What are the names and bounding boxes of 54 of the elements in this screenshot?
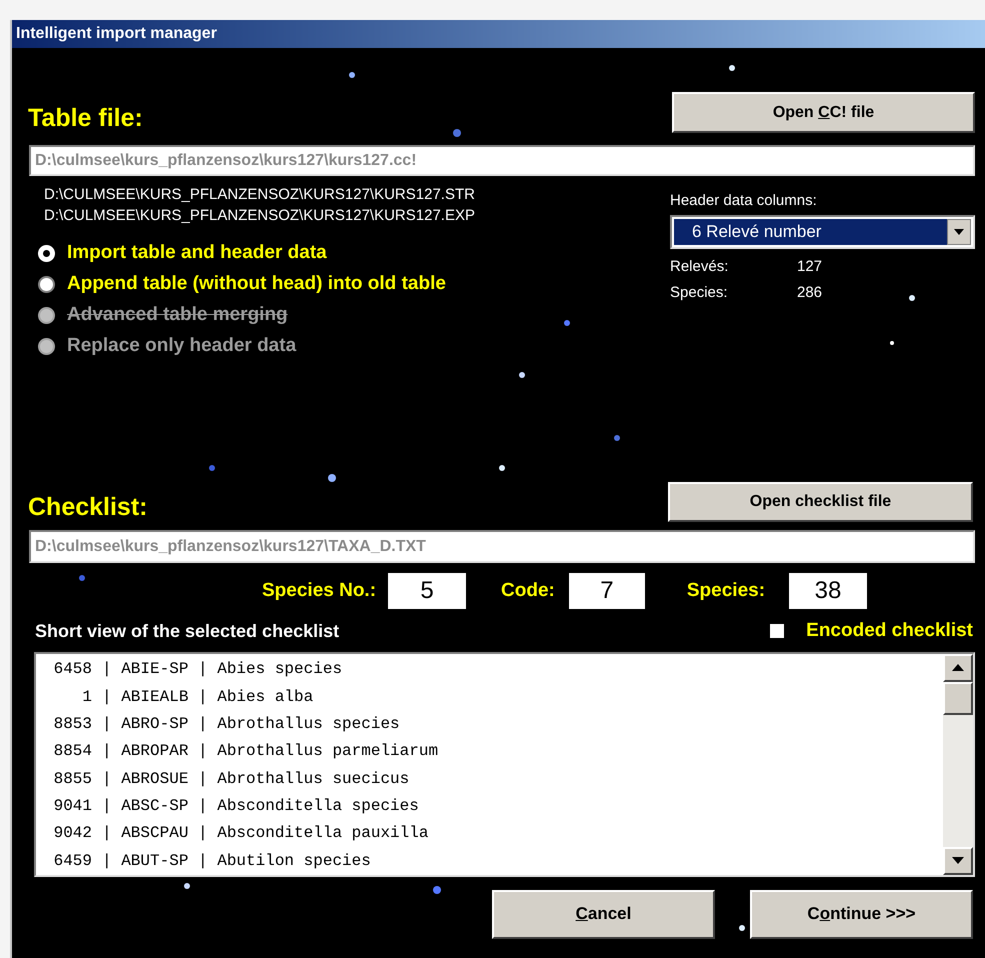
list-item[interactable]: | ABRO-SP | Abrothallus species: [102, 712, 400, 736]
radio-label[interactable]: Import table and header data: [67, 239, 327, 268]
section-label: Checklist:: [28, 495, 148, 520]
radio-button[interactable]: [38, 276, 55, 293]
list-item-number[interactable]: 8854: [36, 739, 92, 764]
field-label: Header data columns:: [670, 191, 818, 211]
list-item-number[interactable]: 9042: [36, 821, 92, 846]
file-path: D:\CULMSEE\KURS_PFLANZENSOZ\KURS127\KURS127.EXP: [44, 206, 476, 226]
dropdown-arrow-button[interactable]: [947, 218, 971, 244]
window-title: Intelligent import manager: [16, 24, 217, 44]
number-field[interactable]: 7: [568, 573, 645, 609]
radio-label: Advanced table merging: [67, 303, 288, 328]
dialog-button[interactable]: Continue >>>: [750, 890, 973, 938]
list-item-number[interactable]: 6458: [36, 657, 92, 682]
number-field[interactable]: 5: [388, 573, 466, 609]
list-heading: Short view of the selected checklist: [35, 620, 340, 643]
list-item-number[interactable]: 8853: [36, 712, 92, 736]
header-dropdown[interactable]: 6 Relevé number: [670, 214, 975, 248]
scroll-up-button[interactable]: [943, 654, 973, 682]
list-item[interactable]: | ABIEALB | Abies alba: [102, 684, 314, 709]
checkbox-label[interactable]: Encoded checklist: [806, 617, 973, 646]
list-item-number[interactable]: 6459: [36, 848, 92, 873]
scroll-down-button[interactable]: [943, 846, 973, 874]
list-item-number[interactable]: 1: [36, 684, 92, 709]
checkbox[interactable]: [770, 624, 784, 638]
list-item[interactable]: | ABIE-SP | Abies species: [102, 657, 342, 682]
radio-label: Replace only header data: [67, 334, 296, 358]
open-file-button[interactable]: Open CC! file: [672, 92, 975, 133]
number-field[interactable]: 38: [789, 573, 868, 609]
list-item-number[interactable]: 8855: [36, 766, 92, 791]
list-item[interactable]: | ABSC-SP | Absconditella species: [102, 794, 419, 818]
list-item[interactable]: | ABUT-SP | Abutilon species: [102, 848, 371, 873]
dialog-button[interactable]: Cancel: [492, 890, 715, 938]
open-file-button[interactable]: Open checklist file: [668, 482, 973, 522]
list-item-number[interactable]: 9041: [36, 794, 92, 818]
list-item[interactable]: | ABROPAR | Abrothallus parmeliarum: [102, 739, 438, 764]
caret-icon: [954, 228, 964, 234]
list-item[interactable]: | ABROSUE | Abrothallus suecicus: [102, 766, 410, 791]
list-item[interactable]: | ABSCPAU | Absconditella pauxilla: [102, 821, 428, 846]
stat-label: Species:: [670, 283, 729, 304]
section-label: Table file:: [28, 106, 143, 131]
file-path: D:\CULMSEE\KURS_PFLANZENSOZ\KURS127\KURS127.STR: [44, 185, 476, 205]
field-label: Species No.:: [262, 578, 376, 603]
field-label: Species:: [686, 578, 766, 603]
stat-value: 286: [797, 283, 822, 304]
field-label: Code:: [501, 578, 555, 603]
dropdown-value: 6 Relevé number: [674, 218, 947, 244]
checklist-listbox[interactable]: [34, 652, 975, 876]
up-arrow-icon: [952, 664, 964, 671]
down-arrow-icon: [952, 857, 964, 864]
scrollbar-thumb[interactable]: [943, 682, 973, 714]
stat-label: Relevés:: [670, 257, 730, 278]
radio-label[interactable]: Append table (without head) into old table: [67, 270, 446, 299]
stat-value: 127: [797, 257, 822, 278]
